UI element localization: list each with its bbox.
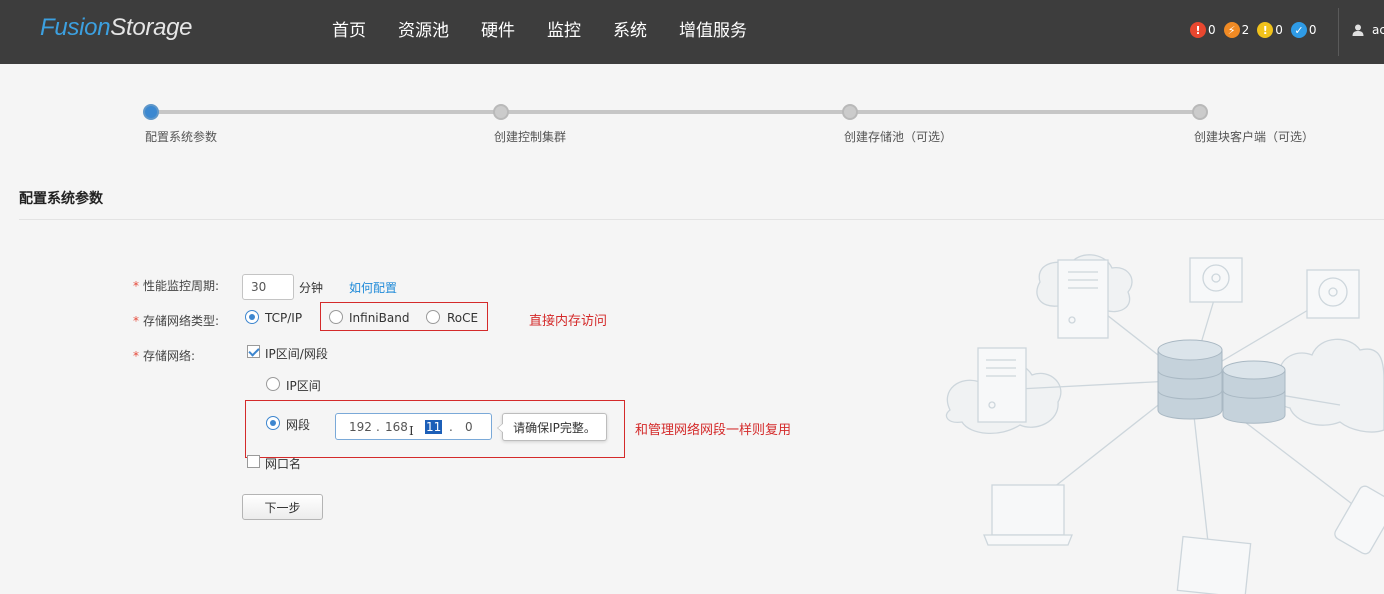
logo-fusion-text: Fusion bbox=[40, 14, 111, 41]
critical-alarm-count: 0 bbox=[1208, 23, 1216, 37]
storage-network-label-text: 存储网络: bbox=[143, 349, 196, 363]
step-3-label: 创建存储池（可选） bbox=[844, 130, 953, 144]
required-star: * bbox=[133, 314, 139, 328]
subnet-annotation: 和管理网络网段一样则复用 bbox=[635, 423, 792, 438]
rdma-annotation: 直接内存访问 bbox=[529, 314, 608, 329]
tcpip-label[interactable]: TCP/IP bbox=[265, 311, 302, 325]
required-star: * bbox=[133, 279, 139, 293]
rdma-highlight-box bbox=[320, 302, 488, 331]
ip-range-subnet-checkbox[interactable] bbox=[247, 345, 260, 358]
alarm-major[interactable]: ⚡ 2 bbox=[1223, 22, 1250, 38]
network-type-label: * 存储网络类型: bbox=[133, 312, 219, 329]
step-2-dot bbox=[493, 104, 509, 120]
perf-period-label-text: 性能监控周期: bbox=[143, 279, 220, 293]
critical-alarm-icon: ! bbox=[1190, 22, 1206, 38]
nav-resource-pool[interactable]: 资源池 bbox=[382, 0, 465, 64]
nav-value-added-services[interactable]: 增值服务 bbox=[663, 0, 763, 64]
fusionstorage-logo[interactable]: FusionStorage bbox=[40, 14, 193, 42]
alarm-critical[interactable]: ! 0 bbox=[1190, 22, 1216, 38]
nav-hardware[interactable]: 硬件 bbox=[465, 0, 531, 64]
required-star: * bbox=[133, 349, 139, 363]
step-4-dot bbox=[1192, 104, 1208, 120]
network-type-label-text: 存储网络类型: bbox=[143, 314, 220, 328]
ip-range-radio[interactable] bbox=[266, 377, 280, 391]
storage-network-illustration bbox=[945, 254, 1384, 594]
user-menu[interactable]: ac bbox=[1352, 23, 1384, 37]
perf-period-input[interactable]: 30 bbox=[242, 274, 294, 300]
minor-alarm-count: 0 bbox=[1275, 23, 1283, 37]
step-3-dot bbox=[842, 104, 858, 120]
section-title: 配置系统参数 bbox=[19, 191, 103, 207]
alarm-summary: ! 0 ⚡ 2 ! 0 ✓ 0 bbox=[1190, 22, 1325, 38]
storage-network-label: * 存储网络: bbox=[133, 347, 195, 364]
step-4-label: 创建块客户端（可选） bbox=[1194, 130, 1315, 144]
port-name-checkbox[interactable] bbox=[247, 455, 260, 468]
alarm-minor[interactable]: ! 0 bbox=[1257, 22, 1283, 38]
major-alarm-icon: ⚡ bbox=[1223, 22, 1240, 38]
nav-system[interactable]: 系统 bbox=[597, 0, 663, 64]
step-2-label: 创建控制集群 bbox=[494, 130, 567, 144]
minor-alarm-icon: ! bbox=[1257, 22, 1274, 38]
nav-monitor[interactable]: 监控 bbox=[531, 0, 597, 64]
tcpip-radio[interactable] bbox=[245, 310, 259, 324]
section-divider bbox=[19, 219, 1384, 220]
user-icon bbox=[1352, 24, 1364, 36]
ip-range-label[interactable]: IP区间 bbox=[286, 377, 321, 394]
perf-period-unit: 分钟 bbox=[299, 281, 324, 295]
port-name-label[interactable]: 网口名 bbox=[265, 455, 301, 472]
step-1-dot[interactable] bbox=[143, 104, 159, 120]
perf-period-value: 30 bbox=[251, 280, 267, 294]
wizard-progress-track bbox=[150, 110, 1200, 114]
warning-alarm-icon: ✓ bbox=[1290, 22, 1307, 38]
next-step-button[interactable]: 下一步 bbox=[242, 494, 323, 520]
major-alarm-count: 2 bbox=[1241, 23, 1250, 37]
warning-alarm-count: 0 bbox=[1308, 23, 1317, 37]
subnet-highlight-box bbox=[245, 400, 625, 458]
user-name: ac bbox=[1372, 23, 1384, 37]
alarm-warning[interactable]: ✓ 0 bbox=[1290, 22, 1317, 38]
ip-range-subnet-label[interactable]: IP区间/网段 bbox=[265, 345, 328, 362]
perf-period-label: * 性能监控周期: bbox=[133, 277, 219, 294]
top-navigation-bar: FusionStorage 首页 资源池 硬件 监控 系统 增值服务 ! 0 ⚡… bbox=[0, 0, 1384, 64]
how-to-config-link[interactable]: 如何配置 bbox=[349, 279, 397, 296]
step-1-label: 配置系统参数 bbox=[145, 130, 218, 144]
logo-storage-text: Storage bbox=[110, 14, 193, 41]
nav-home[interactable]: 首页 bbox=[316, 0, 382, 64]
topbar-divider bbox=[1338, 8, 1339, 56]
main-nav: 首页 资源池 硬件 监控 系统 增值服务 bbox=[316, 0, 763, 64]
